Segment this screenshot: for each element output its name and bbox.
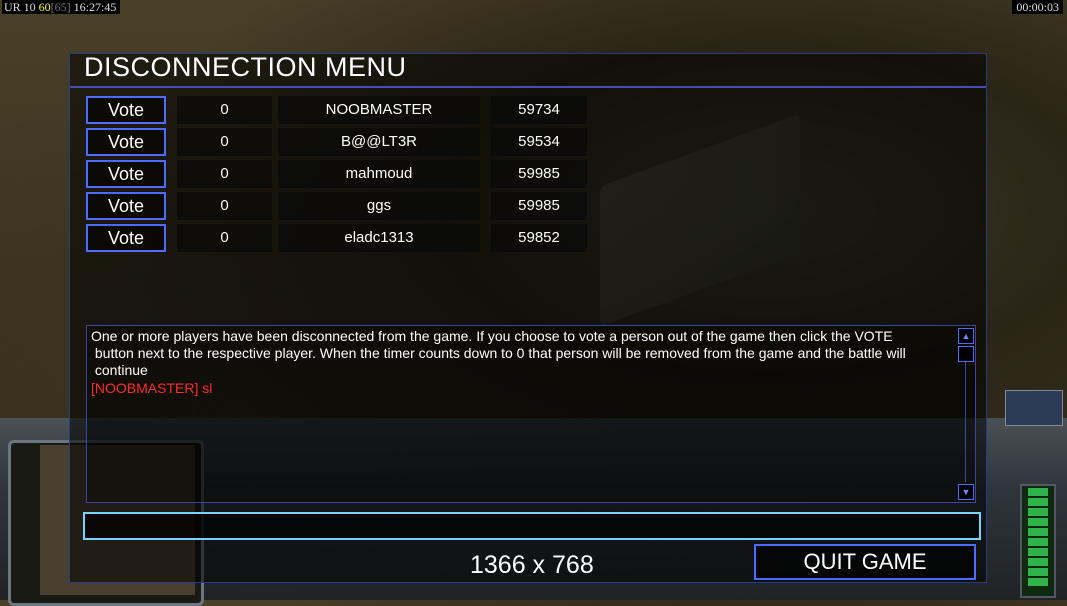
message-line: continue [91,362,148,378]
player-timeout: 59734 [491,96,587,124]
message-log[interactable]: One or more players have been disconnect… [86,325,976,503]
game-timer: 00:00:03 [1012,0,1063,14]
message-line: button next to the respective player. Wh… [91,345,906,361]
player-name: eladc1313 [278,224,480,252]
disconnection-dialog: DISCONNECTION MENU Vote 0 NOOBMASTER 597… [69,52,987,583]
dialog-title: DISCONNECTION MENU [84,52,407,82]
player-name: B@@LT3R [278,128,480,156]
hud-clock: 16:27:45 [73,0,117,14]
player-timeout: 59852 [491,224,587,252]
satellite-icon[interactable] [1005,390,1063,426]
vote-button[interactable]: Vote [86,160,166,188]
vote-count: 0 [177,128,272,156]
power-meter [1020,484,1056,598]
message-scrollbar[interactable]: ▲ ▼ [957,326,975,502]
vote-button[interactable]: Vote [86,96,166,124]
player-name: NOOBMASTER [278,96,480,124]
vote-count: 0 [177,96,272,124]
vote-count: 0 [177,224,272,252]
scroll-down-icon[interactable]: ▼ [958,484,974,500]
player-timeout: 59534 [491,128,587,156]
title-divider [70,86,986,88]
hud-value-a: 10 [23,0,36,14]
player-name: ggs [278,192,480,220]
vote-count: 0 [177,160,272,188]
vote-button[interactable]: Vote [86,192,166,220]
player-name: mahmoud [278,160,480,188]
quit-game-button[interactable]: QUIT GAME [754,544,976,580]
message-line: One or more players have been disconnect… [91,328,893,344]
chat-message: [NOOBMASTER] sl [91,380,213,396]
hud-prefix: UR [4,0,21,14]
player-timeout: 59985 [491,192,587,220]
resolution-label: 1366 x 768 [470,551,594,579]
message-text: One or more players have been disconnect… [91,328,951,397]
player-timeout: 59985 [491,160,587,188]
scroll-track [965,346,966,482]
scroll-up-icon[interactable]: ▲ [958,328,974,344]
hud-value-b: 60 [38,0,51,14]
vote-button[interactable]: Vote [86,128,166,156]
chat-input[interactable] [83,512,981,540]
scroll-thumb[interactable] [958,346,974,362]
vote-count: 0 [177,192,272,220]
fps-readout: UR 10 60[65] 16:27:45 [2,0,121,14]
vote-button[interactable]: Vote [86,224,166,252]
hud-value-c: [65] [50,0,71,14]
